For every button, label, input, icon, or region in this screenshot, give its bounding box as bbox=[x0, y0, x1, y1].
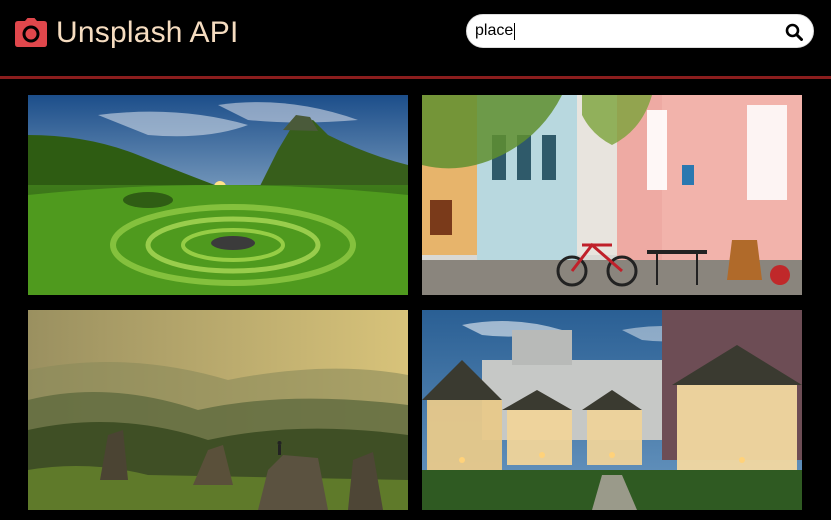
search-bar bbox=[466, 14, 814, 48]
photo-valley-image bbox=[28, 95, 408, 295]
text-caret bbox=[514, 23, 515, 40]
photo-grid bbox=[28, 95, 802, 510]
header-divider bbox=[0, 76, 831, 79]
search-input[interactable] bbox=[475, 15, 765, 47]
photo-card-street[interactable] bbox=[422, 95, 802, 295]
photo-card-mountains[interactable] bbox=[28, 310, 408, 510]
camera-icon bbox=[14, 18, 48, 48]
app-title: Unsplash API bbox=[56, 16, 239, 49]
photo-card-gazebos[interactable] bbox=[422, 310, 802, 510]
logo[interactable]: Unsplash API bbox=[14, 14, 239, 52]
photo-card-valley[interactable] bbox=[28, 95, 408, 295]
search-icon bbox=[785, 23, 803, 45]
photo-mountains-image bbox=[28, 310, 408, 510]
search-button[interactable] bbox=[785, 23, 803, 41]
photo-street-image bbox=[422, 95, 802, 295]
app-header: Unsplash API bbox=[0, 0, 831, 76]
photo-gazebos-image bbox=[422, 310, 802, 510]
